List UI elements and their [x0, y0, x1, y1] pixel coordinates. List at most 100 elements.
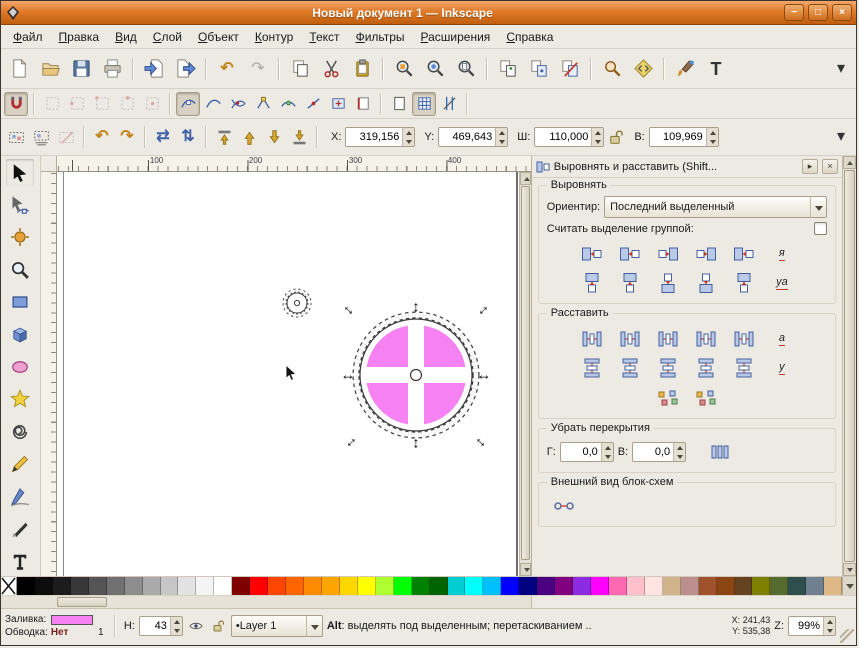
- align-right-edges-to-left-of-anchor-button[interactable]: [574, 241, 609, 267]
- distribute-text-vertically-button[interactable]: у: [764, 355, 799, 381]
- raise-button[interactable]: [237, 125, 261, 149]
- arrange-connector-network-button[interactable]: [547, 493, 582, 519]
- toggle-page-border-button[interactable]: [387, 92, 411, 116]
- palette-swatch-ff00ff[interactable]: [591, 577, 609, 595]
- distribute-vertical-text-anchors-button[interactable]: [726, 355, 761, 381]
- anchor-combobox[interactable]: Последний выделенный: [604, 196, 828, 218]
- make-horizontal-gaps-equal-button[interactable]: [688, 326, 723, 352]
- palette-swatch-ffffff[interactable]: [214, 577, 233, 595]
- layer-selector[interactable]: • Layer 1: [230, 615, 323, 637]
- window-resize-grip[interactable]: [840, 629, 854, 643]
- close-button[interactable]: ×: [832, 4, 852, 21]
- step-down-icon[interactable]: [403, 137, 414, 146]
- tool-3dbox[interactable]: [5, 320, 35, 349]
- lock-width-height-toggle[interactable]: [605, 125, 625, 149]
- menu-layer[interactable]: Слой: [145, 26, 190, 48]
- make-vertical-gaps-equal-button[interactable]: [688, 355, 723, 381]
- align-text-baselines-button[interactable]: уа: [764, 270, 799, 296]
- snap-bbox-corners-button[interactable]: [90, 92, 114, 116]
- palette-swatch-808000[interactable]: [752, 577, 771, 595]
- menu-file[interactable]: Файл: [5, 26, 51, 48]
- palette-swatch-800080[interactable]: [555, 577, 574, 595]
- palette-swatch-aaaaaa[interactable]: [142, 577, 161, 595]
- import-button[interactable]: [139, 54, 169, 84]
- overlap-h-input[interactable]: [560, 443, 601, 461]
- selection-handle-w[interactable]: ↔: [340, 368, 355, 383]
- randomize-positions-button[interactable]: [688, 385, 723, 411]
- zoom-input[interactable]: [789, 617, 823, 635]
- step-down-icon[interactable]: [171, 626, 182, 635]
- tool-calligraphy[interactable]: [5, 514, 35, 543]
- tool-spiral[interactable]: [5, 417, 35, 446]
- fill-stroke-dialog-button[interactable]: [670, 54, 700, 84]
- palette-swatch-f4f4f4[interactable]: [196, 577, 215, 595]
- unlink-clone-button[interactable]: [555, 54, 585, 84]
- toggle-grid-button[interactable]: [412, 91, 436, 116]
- palette-swatch-bc8f8f[interactable]: [680, 577, 699, 595]
- step-up-icon[interactable]: [674, 443, 685, 452]
- step-up-icon[interactable]: [602, 443, 613, 452]
- palette-swatch-8b4513[interactable]: [716, 577, 735, 595]
- palette-swatch-c6c6c6[interactable]: [160, 577, 179, 595]
- y-input[interactable]: [439, 128, 496, 146]
- distribute-right-edges-button[interactable]: [650, 326, 685, 352]
- selection-handle-s[interactable]: ↕: [412, 436, 420, 451]
- horizontal-ruler[interactable]: 100 200 300 400: [56, 156, 531, 172]
- palette-swatch-006400[interactable]: [429, 577, 448, 595]
- text-anchor-horizontal-button[interactable]: я: [764, 241, 799, 267]
- lower-button[interactable]: [262, 125, 286, 149]
- find-button[interactable]: [597, 54, 627, 84]
- palette-swatch-8a2be2[interactable]: [573, 577, 591, 595]
- menu-extensions[interactable]: Расширения: [413, 26, 499, 48]
- palette-swatch-d2b48c[interactable]: [662, 577, 681, 595]
- palette-swatch-4b0082[interactable]: [537, 577, 556, 595]
- snap-page-border-button[interactable]: [351, 92, 375, 116]
- align-bottoms-button[interactable]: [688, 270, 723, 296]
- treat-as-group-checkbox[interactable]: [814, 222, 828, 235]
- paste-button[interactable]: [347, 54, 377, 84]
- snap-nodes-button[interactable]: [176, 91, 200, 116]
- palette-swatch-ffe4e1[interactable]: [644, 577, 663, 595]
- snap-object-centers-button[interactable]: [326, 92, 350, 116]
- palette-swatch-555555[interactable]: [88, 577, 107, 595]
- tool-rectangle[interactable]: [5, 288, 35, 317]
- palette-swatch-00bfff[interactable]: [483, 577, 502, 595]
- palette-swatch-2f4f4f[interactable]: [788, 577, 807, 595]
- layer-lock-toggle[interactable]: [209, 617, 227, 635]
- distribute-centers-vertically-button[interactable]: [612, 355, 647, 381]
- palette-swatch-e2e2e2[interactable]: [178, 577, 197, 595]
- toggle-guides-button[interactable]: [437, 92, 461, 116]
- palette-swatch-ffd700[interactable]: [339, 577, 358, 595]
- step-down-icon[interactable]: [707, 137, 718, 146]
- palette-swatch-0d0d0d[interactable]: [34, 577, 53, 595]
- menu-text[interactable]: Текст: [301, 26, 347, 48]
- redo-button[interactable]: ↷: [243, 54, 273, 84]
- tool-selector[interactable]: [5, 158, 35, 187]
- align-left-edges-button[interactable]: [612, 241, 647, 267]
- palette-swatch-708090[interactable]: [806, 577, 825, 595]
- palette-swatch-ff0000[interactable]: [250, 577, 269, 595]
- flip-vertical-button[interactable]: ⇅: [176, 125, 200, 149]
- palette-swatch-ff69b4[interactable]: [608, 577, 627, 595]
- canvas-vscroll-thumb[interactable]: [520, 186, 530, 560]
- save-document-button[interactable]: [66, 54, 96, 84]
- palette-swatch-000080[interactable]: [519, 577, 538, 595]
- select-all-button[interactable]: [4, 125, 28, 149]
- palette-swatch-ff6600[interactable]: [286, 577, 304, 595]
- menu-object[interactable]: Объект: [190, 26, 247, 48]
- no-color-swatch[interactable]: [1, 577, 17, 595]
- palette-swatch-a0522d[interactable]: [698, 577, 717, 595]
- dock-scrollbar[interactable]: [842, 156, 856, 576]
- stroke-value[interactable]: Нет: [51, 627, 93, 638]
- snap-paths-button[interactable]: [201, 92, 225, 116]
- width-input[interactable]: [535, 128, 592, 146]
- zoom-to-drawing-button[interactable]: [420, 54, 450, 84]
- rotate-cw-button[interactable]: ↷: [115, 125, 139, 149]
- distribute-bottom-edges-button[interactable]: [650, 355, 685, 381]
- step-down-icon[interactable]: [602, 452, 613, 461]
- canvas-vertical-scrollbar[interactable]: [518, 172, 531, 576]
- palette-swatch-0000ff[interactable]: [501, 577, 520, 595]
- align-left-edges-to-right-of-anchor-button[interactable]: [726, 241, 761, 267]
- step-up-icon[interactable]: [707, 128, 718, 137]
- lower-to-bottom-button[interactable]: [287, 125, 311, 149]
